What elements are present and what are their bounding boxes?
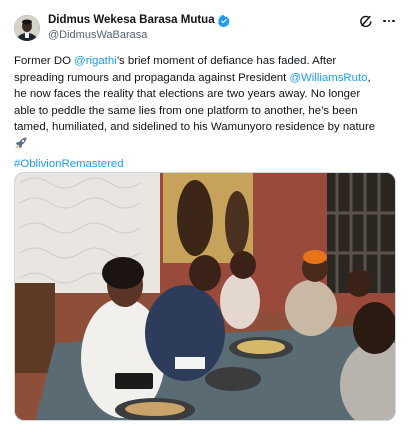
tweet-text-segment: , [367, 71, 371, 84]
mention-link[interactable]: @WilliamsRuto [289, 72, 367, 84]
tweet-text-line: #OblivionRemastered [14, 156, 400, 173]
avatar[interactable] [14, 15, 40, 41]
tweet-text-segment: Former DO [14, 55, 75, 67]
more-options-icon[interactable] [381, 13, 397, 29]
tweet-text-segment: ’s brief moment of defiance has faded. A… [116, 55, 337, 67]
display-name[interactable]: Didmus Wekesa Barasa Mutua [48, 14, 215, 26]
author-row: Didmus Wekesa Barasa Mutua [48, 14, 230, 28]
tweet-photo[interactable] [14, 172, 396, 421]
mention-link[interactable]: @rigathi [74, 55, 117, 67]
grok-icon[interactable] [359, 14, 373, 28]
tweet-text-segment: tamed, humiliated, and sidelined to his … [14, 121, 376, 134]
tweet-text-line: able to peddle the same lies from one pl… [14, 103, 400, 120]
hashtag-link[interactable]: #OblivionRemastered [14, 158, 124, 170]
verified-badge-icon [217, 14, 230, 28]
tweet-text-segment: able to peddle the same lies from one pl… [14, 104, 358, 117]
tweet-card: Didmus Wekesa Barasa Mutua @DidmusWaBara… [0, 0, 411, 427]
tweet-text-line: tamed, humiliated, and sidelined to his … [14, 119, 400, 136]
tweet-text-segment: spreading rumours and propaganda against… [14, 71, 290, 84]
tweet-text-segment: he now faces the reality that elections … [14, 88, 361, 101]
tweet-text-line: Former DO @rigathi’s brief moment of def… [14, 53, 400, 70]
rocket-icon [14, 136, 28, 156]
tweet-text-line [14, 136, 400, 156]
tweet-text-line: he now faces the reality that elections … [14, 86, 400, 103]
handle[interactable]: @DidmusWaBarasa [48, 29, 147, 41]
tweet-text-line: spreading rumours and propaganda against… [14, 70, 400, 87]
tweet-text: Former DO @rigathi’s brief moment of def… [14, 53, 400, 172]
